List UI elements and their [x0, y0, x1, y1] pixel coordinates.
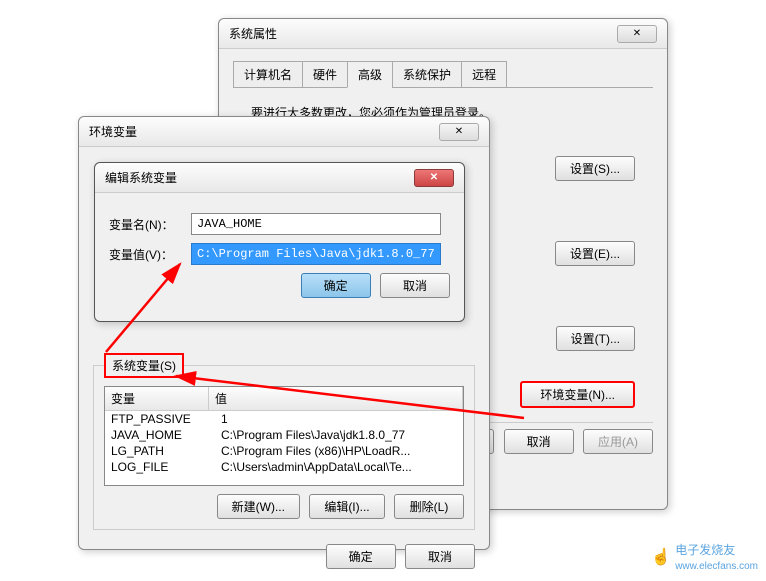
edit-variable-dialog: 编辑系统变量 ✕ 变量名(N)： 变量值(V)： 确定 取消 [94, 162, 465, 322]
system-variables-list[interactable]: 变量 值 FTP_PASSIVE1 JAVA_HOMEC:\Program Fi… [104, 386, 464, 486]
var-name-label: 变量名(N)： [109, 216, 191, 233]
tab-hardware[interactable]: 硬件 [302, 61, 348, 88]
edit-button[interactable]: 编辑(I)... [309, 494, 384, 519]
new-button[interactable]: 新建(W)... [217, 494, 300, 519]
var-name-input[interactable] [191, 213, 441, 235]
system-variables-label: 系统变量(S) [104, 353, 184, 378]
ok-button[interactable]: 确定 [301, 273, 371, 298]
titlebar: 系统属性 ✕ [219, 19, 667, 49]
list-row[interactable]: LOG_FILEC:\Users\admin\AppData\Local\Te.… [105, 459, 463, 475]
close-button[interactable]: ✕ [439, 123, 479, 141]
settings-s-button[interactable]: 设置(S)... [555, 156, 635, 181]
col-var[interactable]: 变量 [105, 387, 209, 410]
env-var-button[interactable]: 环境变量(N)... [520, 381, 635, 408]
titlebar: 环境变量 ✕ [79, 117, 489, 147]
cancel-button[interactable]: 取消 [405, 544, 475, 569]
titlebar: 编辑系统变量 ✕ [95, 163, 464, 193]
system-variables-group: 系统变量(S) 变量 值 FTP_PASSIVE1 JAVA_HOMEC:\Pr… [93, 353, 475, 530]
dialog-title: 环境变量 [89, 123, 137, 140]
tab-remote[interactable]: 远程 [461, 61, 507, 88]
watermark-url: www.elecfans.com [675, 561, 758, 572]
list-row[interactable]: FTP_PASSIVE1 [105, 411, 463, 427]
tab-advanced[interactable]: 高级 [347, 61, 393, 88]
watermark: ☝ 电子发烧友 www.elecfans.com [651, 541, 758, 572]
watermark-name: 电子发烧友 [675, 543, 735, 557]
tabs: 计算机名 硬件 高级 系统保护 远程 [233, 61, 653, 88]
list-row[interactable]: JAVA_HOMEC:\Program Files\Java\jdk1.8.0_… [105, 427, 463, 443]
close-button[interactable]: ✕ [617, 25, 657, 43]
list-row[interactable]: LG_PATHC:\Program Files (x86)\HP\LoadR..… [105, 443, 463, 459]
close-button[interactable]: ✕ [414, 169, 454, 187]
delete-button[interactable]: 删除(L) [394, 494, 464, 519]
settings-e-button[interactable]: 设置(E)... [555, 241, 635, 266]
tab-system-protection[interactable]: 系统保护 [392, 61, 462, 88]
var-value-input[interactable] [191, 243, 441, 265]
settings-t-button[interactable]: 设置(T)... [556, 326, 635, 351]
apply-button[interactable]: 应用(A) [583, 429, 653, 454]
col-val[interactable]: 值 [209, 387, 463, 410]
var-value-label: 变量值(V)： [109, 246, 191, 263]
tab-computer-name[interactable]: 计算机名 [233, 61, 303, 88]
ok-button[interactable]: 确定 [326, 544, 396, 569]
list-header: 变量 值 [105, 387, 463, 411]
cancel-button[interactable]: 取消 [504, 429, 574, 454]
lightbulb-icon: ☝ [651, 547, 671, 567]
cancel-button[interactable]: 取消 [380, 273, 450, 298]
dialog-title: 编辑系统变量 [105, 169, 177, 186]
dialog-title: 系统属性 [229, 25, 277, 42]
